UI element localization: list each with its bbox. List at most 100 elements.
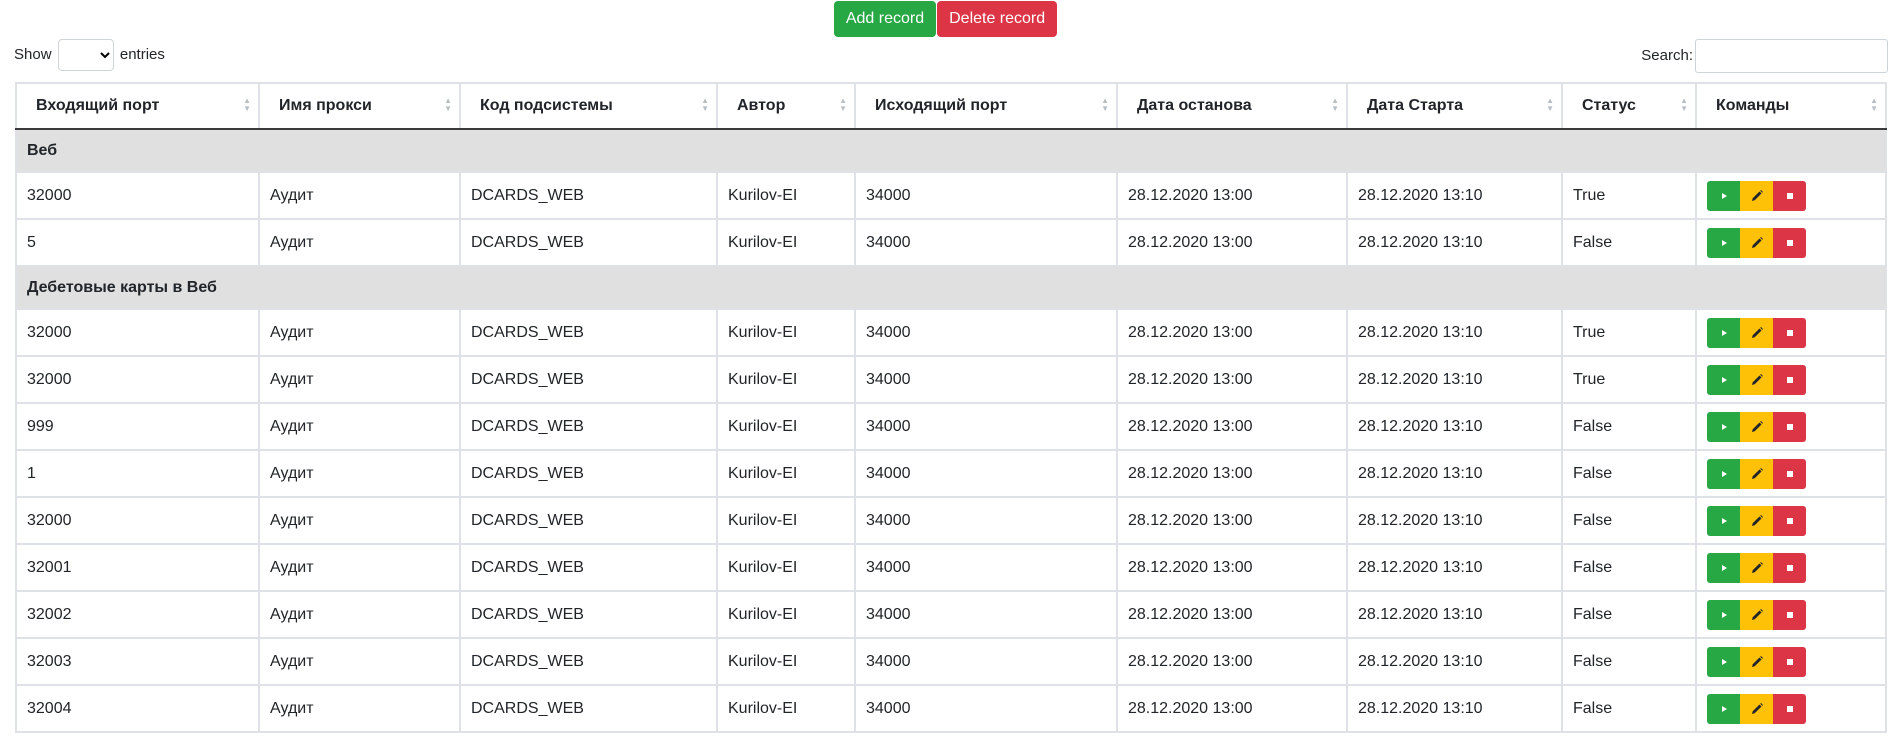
column-header[interactable]: Команды ▲ ▼ [1695, 82, 1887, 130]
stop-icon [1785, 610, 1795, 620]
column-header-label: Команды [1716, 97, 1790, 114]
table-cell: False [1561, 543, 1697, 592]
stop-icon [1785, 422, 1795, 432]
column-header[interactable]: Имя прокси ▲ ▼ [258, 82, 461, 130]
table-cell: Аудит [258, 637, 461, 686]
table-cell: 34000 [854, 308, 1118, 357]
table-cell: Аудит [258, 308, 461, 357]
entries-select[interactable] [57, 39, 114, 72]
start-icon [1719, 328, 1729, 338]
table-row: 32003 Аудит DCARDS_WEB Kurilov-EI 34000 28.12… [15, 637, 1887, 686]
table-cell: 999 [15, 402, 260, 451]
table-cell: 34000 [854, 355, 1118, 404]
start-button[interactable] [1707, 505, 1740, 536]
column-header[interactable]: Дата останова ▲ ▼ [1116, 82, 1348, 130]
command-buttons [1707, 364, 1806, 395]
table-cell: 28.12.2020 13:10 [1346, 684, 1563, 733]
stop-button[interactable] [1773, 227, 1806, 258]
table-cell: True [1561, 355, 1697, 404]
add-record-button[interactable]: Add record [833, 1, 937, 37]
table-body: Веб 32000 Аудит DCARDS_WEB Kurilov-EI 34000 28… [15, 128, 1887, 733]
table-cell: Kurilov-EI [716, 684, 856, 733]
edit-button[interactable] [1740, 552, 1773, 583]
column-header-label: Автор [737, 97, 786, 114]
table-cell: False [1561, 218, 1697, 267]
column-header[interactable]: Код подсистемы ▲ ▼ [459, 82, 718, 130]
edit-button[interactable] [1740, 317, 1773, 348]
column-header[interactable]: Автор ▲ ▼ [716, 82, 856, 130]
table-cell: 28.12.2020 13:10 [1346, 402, 1563, 451]
edit-button[interactable] [1740, 180, 1773, 211]
table-cell: Kurilov-EI [716, 637, 856, 686]
column-header[interactable]: Исходящий порт ▲ ▼ [854, 82, 1118, 130]
edit-button[interactable] [1740, 227, 1773, 258]
edit-button[interactable] [1740, 458, 1773, 489]
table-cell: 28.12.2020 13:10 [1346, 308, 1563, 357]
stop-button[interactable] [1773, 599, 1806, 630]
edit-button[interactable] [1740, 364, 1773, 395]
table-cell: 28.12.2020 13:00 [1116, 218, 1348, 267]
start-button[interactable] [1707, 458, 1740, 489]
column-header[interactable]: Статус ▲ ▼ [1561, 82, 1697, 130]
stop-button[interactable] [1773, 552, 1806, 583]
stop-button[interactable] [1773, 364, 1806, 395]
start-button[interactable] [1707, 180, 1740, 211]
commands-cell [1695, 496, 1887, 545]
commands-cell [1695, 590, 1887, 639]
start-button[interactable] [1707, 317, 1740, 348]
column-header[interactable]: Дата Старта ▲ ▼ [1346, 82, 1563, 130]
delete-record-button[interactable]: Delete record [937, 1, 1058, 37]
start-button[interactable] [1707, 364, 1740, 395]
table-cell: DCARDS_WEB [459, 637, 718, 686]
command-buttons [1707, 227, 1806, 258]
start-button[interactable] [1707, 227, 1740, 258]
table-cell: 32000 [15, 355, 260, 404]
stop-icon [1785, 469, 1795, 479]
command-buttons [1707, 599, 1806, 630]
column-header-label: Дата Старта [1367, 97, 1464, 114]
table-cell: 28.12.2020 13:10 [1346, 218, 1563, 267]
stop-button[interactable] [1773, 411, 1806, 442]
command-buttons [1707, 317, 1806, 348]
column-header-label: Входящий порт [36, 97, 160, 114]
table-cell: False [1561, 590, 1697, 639]
column-header-label: Код подсистемы [480, 97, 613, 114]
table-cell: 28.12.2020 13:00 [1116, 402, 1348, 451]
edit-button[interactable] [1740, 646, 1773, 677]
command-buttons [1707, 505, 1806, 536]
table-cell: 28.12.2020 13:00 [1116, 449, 1348, 498]
commands-cell [1695, 355, 1887, 404]
column-header-label: Исходящий порт [875, 97, 1008, 114]
search-input[interactable] [1695, 39, 1888, 74]
start-button[interactable] [1707, 411, 1740, 442]
entries-length-control: Show entries [14, 39, 165, 72]
table-cell: True [1561, 308, 1697, 357]
column-header-label: Статус [1582, 97, 1636, 114]
edit-button[interactable] [1740, 599, 1773, 630]
edit-button[interactable] [1740, 693, 1773, 724]
column-header[interactable]: Входящий порт ▲ ▼ [15, 82, 260, 130]
start-button[interactable] [1707, 599, 1740, 630]
stop-button[interactable] [1773, 693, 1806, 724]
edit-button[interactable] [1740, 505, 1773, 536]
table-cell: 28.12.2020 13:10 [1346, 590, 1563, 639]
stop-button[interactable] [1773, 180, 1806, 211]
start-button[interactable] [1707, 552, 1740, 583]
edit-button[interactable] [1740, 411, 1773, 442]
start-icon [1719, 191, 1729, 201]
table-cell: 34000 [854, 496, 1118, 545]
stop-icon [1785, 238, 1795, 248]
stop-button[interactable] [1773, 505, 1806, 536]
start-button[interactable] [1707, 693, 1740, 724]
toolbar: Add record Delete record [0, 0, 1891, 39]
stop-icon [1785, 704, 1795, 714]
edit-pencil-icon [1750, 655, 1764, 669]
table-cell: DCARDS_WEB [459, 496, 718, 545]
stop-button[interactable] [1773, 646, 1806, 677]
stop-button[interactable] [1773, 317, 1806, 348]
start-button[interactable] [1707, 646, 1740, 677]
table-cell: 28.12.2020 13:00 [1116, 355, 1348, 404]
table-cell: 34000 [854, 218, 1118, 267]
stop-icon [1785, 375, 1795, 385]
stop-button[interactable] [1773, 458, 1806, 489]
